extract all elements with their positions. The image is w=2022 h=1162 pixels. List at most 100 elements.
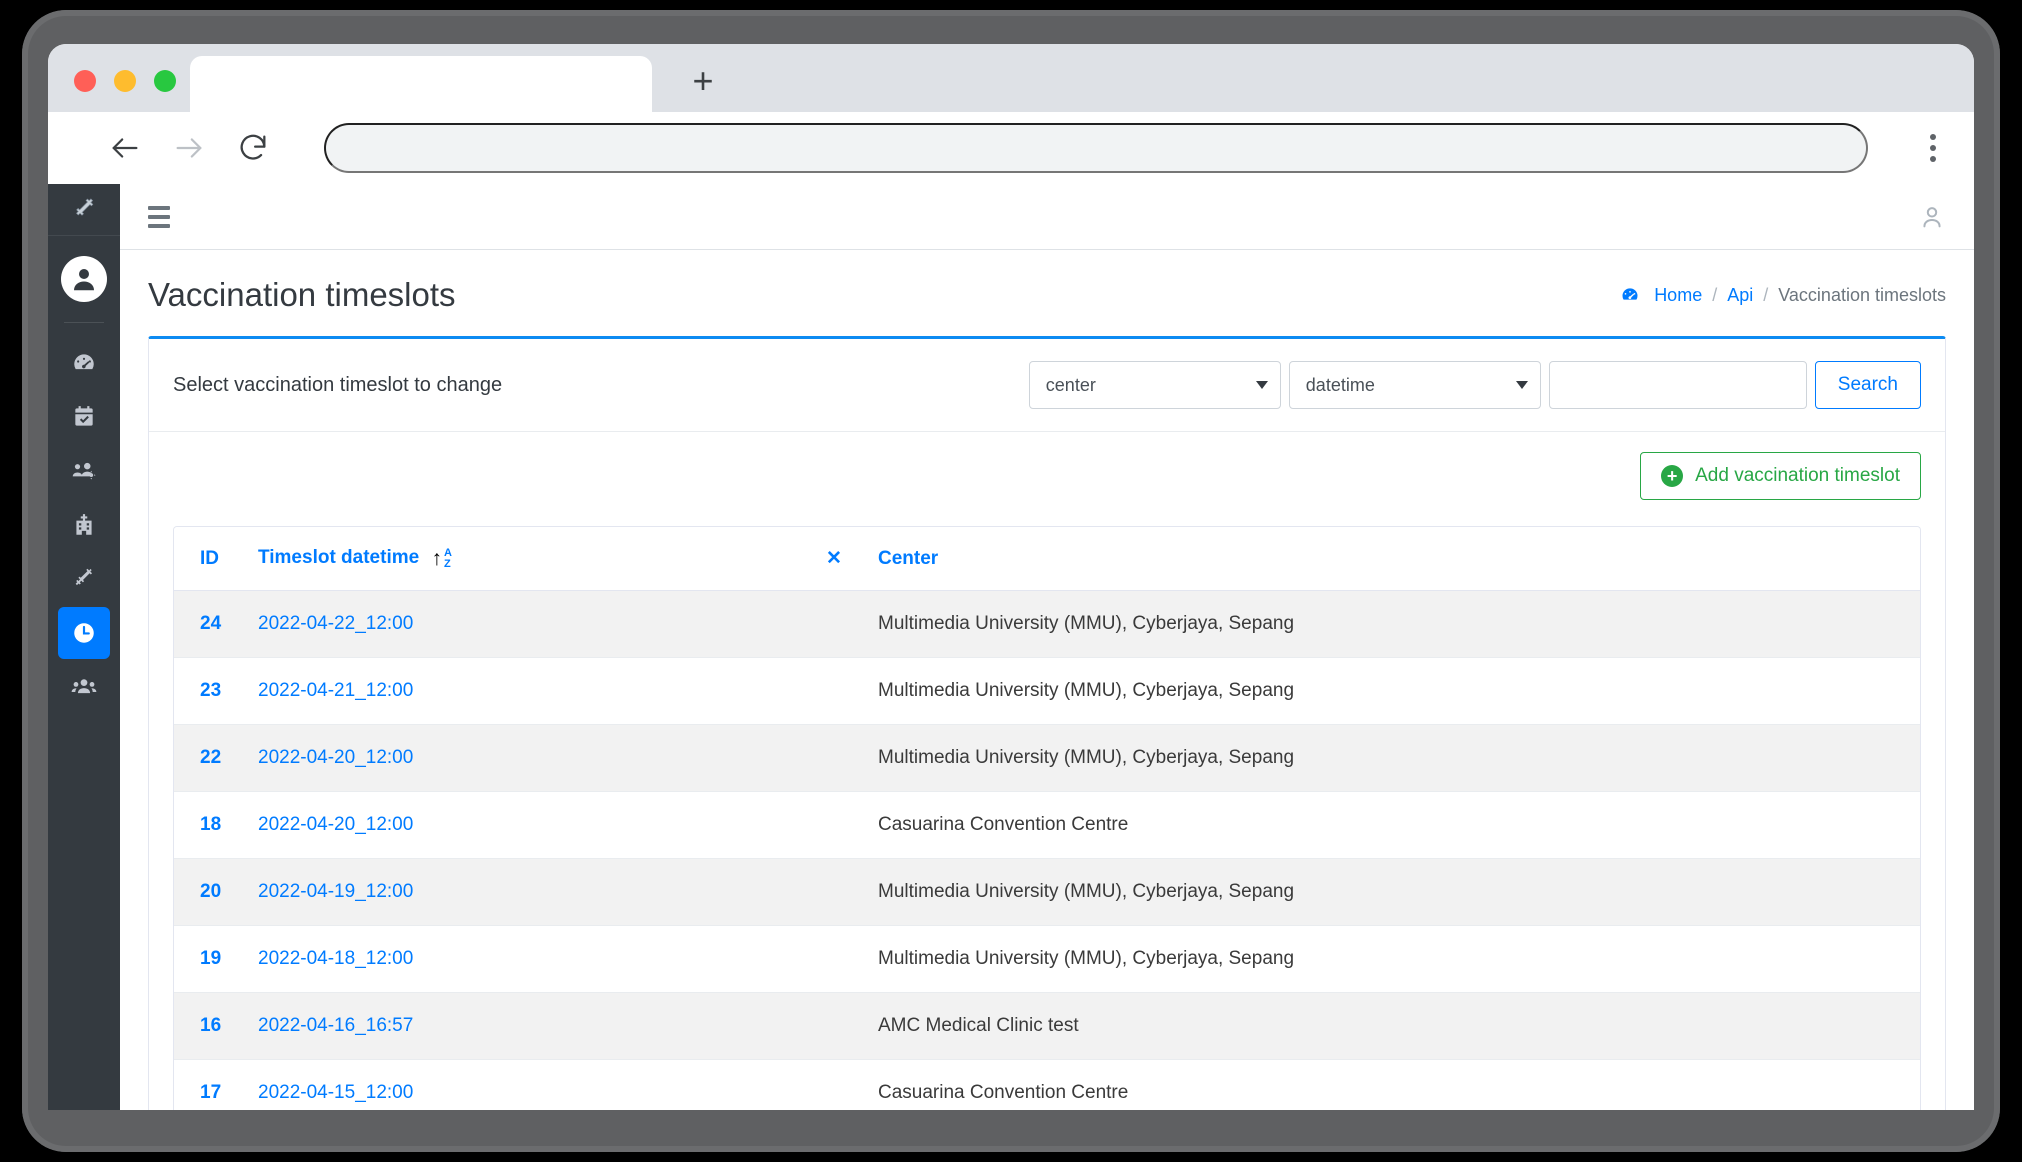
minimize-window-button[interactable] bbox=[114, 70, 136, 92]
timeslot-link[interactable]: 2022-04-20_12:00 bbox=[258, 814, 413, 835]
cell-id: 22 bbox=[174, 724, 244, 792]
sidebar-avatar[interactable] bbox=[48, 236, 120, 322]
cell-spacer bbox=[804, 992, 864, 1060]
chevron-down-icon bbox=[1515, 381, 1528, 389]
new-tab-button[interactable]: + bbox=[674, 52, 732, 110]
cell-datetime: 2022-04-15_12:00 bbox=[244, 1059, 804, 1110]
page-title: Vaccination timeslots bbox=[148, 276, 456, 313]
column-header-center[interactable]: Center bbox=[864, 527, 1920, 591]
close-window-button[interactable] bbox=[74, 70, 96, 92]
filter-bar: Select vaccination timeslot to change ce… bbox=[149, 339, 1945, 432]
browser-toolbar bbox=[48, 112, 1974, 184]
card-actions: + Add vaccination timeslot bbox=[149, 432, 1945, 520]
breadcrumb-current: Vaccination timeslots bbox=[1778, 284, 1946, 305]
sidebar-item-vaccines[interactable] bbox=[58, 553, 110, 605]
sidebar-item-appointments[interactable] bbox=[58, 391, 110, 443]
table-row[interactable]: 22 2022-04-20_12:00 Multimedia University … bbox=[174, 724, 1920, 792]
chevron-down-icon bbox=[1255, 381, 1268, 389]
table-row[interactable]: 24 2022-04-22_12:00 Multimedia University … bbox=[174, 590, 1920, 658]
clock-icon bbox=[74, 623, 94, 643]
breadcrumb-separator: / bbox=[1712, 284, 1718, 305]
hospital-icon bbox=[76, 514, 92, 535]
cell-spacer bbox=[804, 925, 864, 993]
filter-controls: center datetime Search bbox=[1028, 361, 1921, 409]
cell-spacer bbox=[804, 657, 864, 725]
back-arrow-icon[interactable] bbox=[108, 131, 142, 165]
cell-center: Multimedia University (MMU), Cyberjaya, … bbox=[864, 925, 1920, 993]
cell-spacer bbox=[804, 724, 864, 792]
center-select-value: center bbox=[1045, 374, 1096, 395]
maximize-window-button[interactable] bbox=[154, 70, 176, 92]
sidebar-item-timeslots[interactable] bbox=[58, 607, 110, 659]
timeslot-link[interactable]: 2022-04-19_12:00 bbox=[258, 881, 413, 902]
sort-alpha-asc-icon[interactable]: ↑ A Z bbox=[431, 547, 451, 570]
datetime-select[interactable]: datetime bbox=[1288, 361, 1541, 409]
cell-center: Multimedia University (MMU), Cyberjaya, … bbox=[864, 590, 1920, 658]
timeslot-link[interactable]: 2022-04-18_12:00 bbox=[258, 948, 413, 969]
cell-center: Multimedia University (MMU), Cyberjaya, … bbox=[864, 858, 1920, 926]
cell-datetime: 2022-04-22_12:00 bbox=[244, 590, 804, 658]
cell-id: 16 bbox=[174, 992, 244, 1060]
hamburger-icon[interactable] bbox=[148, 205, 170, 228]
sidebar-item-patients[interactable] bbox=[58, 661, 110, 713]
add-vaccination-timeslot-button[interactable]: + Add vaccination timeslot bbox=[1640, 452, 1921, 500]
page-header: Vaccination timeslots Home / Api / Vacci… bbox=[120, 250, 1974, 336]
add-button-label: Add vaccination timeslot bbox=[1695, 465, 1900, 486]
table-row[interactable]: 17 2022-04-15_12:00 Casuarina Convention C… bbox=[174, 1059, 1920, 1110]
breadcrumb-api[interactable]: Api bbox=[1727, 285, 1753, 306]
kebab-menu-icon[interactable] bbox=[1916, 134, 1950, 162]
table-row[interactable]: 16 2022-04-16_16:57 AMC Medical Clinic tes… bbox=[174, 992, 1920, 1060]
center-select[interactable]: center bbox=[1028, 361, 1281, 409]
table-row[interactable]: 20 2022-04-19_12:00 Multimedia University … bbox=[174, 858, 1920, 926]
app-topbar bbox=[120, 184, 1974, 250]
table-row[interactable]: 19 2022-04-18_12:00 Multimedia University … bbox=[174, 925, 1920, 993]
column-header-id[interactable]: ID bbox=[174, 527, 244, 591]
cell-center: Multimedia University (MMU), Cyberjaya, … bbox=[864, 657, 1920, 725]
browser-tab[interactable] bbox=[190, 56, 652, 112]
sidebar-item-centers[interactable] bbox=[58, 499, 110, 551]
cell-id: 19 bbox=[174, 925, 244, 993]
timeslots-table-wrapper: ID Timeslot datetime ↑ A Z ✕ Center 24 2… bbox=[173, 526, 1921, 1110]
cell-center: Multimedia University (MMU), Cyberjaya, … bbox=[864, 724, 1920, 792]
cell-datetime: 2022-04-16_16:57 bbox=[244, 992, 804, 1060]
plus-circle-icon: + bbox=[1661, 465, 1684, 487]
syringe-icon bbox=[75, 568, 93, 586]
cell-center: AMC Medical Clinic test bbox=[864, 992, 1920, 1060]
breadcrumb-home[interactable]: Home bbox=[1654, 285, 1702, 306]
search-input[interactable] bbox=[1548, 361, 1807, 409]
cell-center: Casuarina Convention Centre bbox=[864, 1059, 1920, 1110]
timeslot-link[interactable]: 2022-04-21_12:00 bbox=[258, 680, 413, 701]
timeslot-link[interactable]: 2022-04-22_12:00 bbox=[258, 613, 413, 634]
cell-datetime: 2022-04-21_12:00 bbox=[244, 657, 804, 725]
timeslots-table: ID Timeslot datetime ↑ A Z ✕ Center 24 2… bbox=[174, 527, 1920, 1110]
reload-icon[interactable] bbox=[236, 131, 270, 165]
calendar-check-icon bbox=[75, 406, 93, 426]
sidebar-brand[interactable] bbox=[48, 184, 120, 236]
cell-datetime: 2022-04-19_12:00 bbox=[244, 858, 804, 926]
breadcrumb: Home / Api / Vaccination timeslots bbox=[1620, 285, 1946, 306]
column-header-datetime[interactable]: Timeslot datetime ↑ A Z bbox=[244, 527, 804, 591]
table-header-row: ID Timeslot datetime ↑ A Z ✕ Center bbox=[174, 527, 1920, 591]
syringe-icon bbox=[76, 197, 94, 216]
search-button[interactable]: Search bbox=[1814, 361, 1921, 409]
timeslot-link[interactable]: 2022-04-15_12:00 bbox=[258, 1082, 413, 1103]
breadcrumb-separator: / bbox=[1763, 284, 1769, 305]
forward-arrow-icon bbox=[176, 138, 202, 158]
clear-sort-button[interactable]: ✕ bbox=[804, 527, 864, 591]
filter-instruction: Select vaccination timeslot to change bbox=[173, 373, 503, 396]
timeslot-link[interactable]: 2022-04-20_12:00 bbox=[258, 747, 413, 768]
cell-id: 24 bbox=[174, 590, 244, 658]
sidebar-item-staff[interactable] bbox=[58, 445, 110, 497]
app-container: Vaccination timeslots Home / Api / Vacci… bbox=[48, 184, 1974, 1110]
scroll-area: Select vaccination timeslot to change ce… bbox=[120, 336, 1974, 1110]
users-icon bbox=[71, 679, 97, 694]
cell-datetime: 2022-04-18_12:00 bbox=[244, 925, 804, 993]
timeslot-link[interactable]: 2022-04-16_16:57 bbox=[258, 1015, 413, 1036]
cell-id: 17 bbox=[174, 1059, 244, 1110]
sidebar-item-dashboard[interactable] bbox=[58, 337, 110, 389]
address-bar[interactable] bbox=[324, 123, 1868, 173]
table-head: ID Timeslot datetime ↑ A Z ✕ Center bbox=[174, 527, 1920, 591]
user-icon[interactable] bbox=[1918, 203, 1946, 231]
table-row[interactable]: 18 2022-04-20_12:00 Casuarina Convention C… bbox=[174, 791, 1920, 859]
table-row[interactable]: 23 2022-04-21_12:00 Multimedia University … bbox=[174, 657, 1920, 725]
